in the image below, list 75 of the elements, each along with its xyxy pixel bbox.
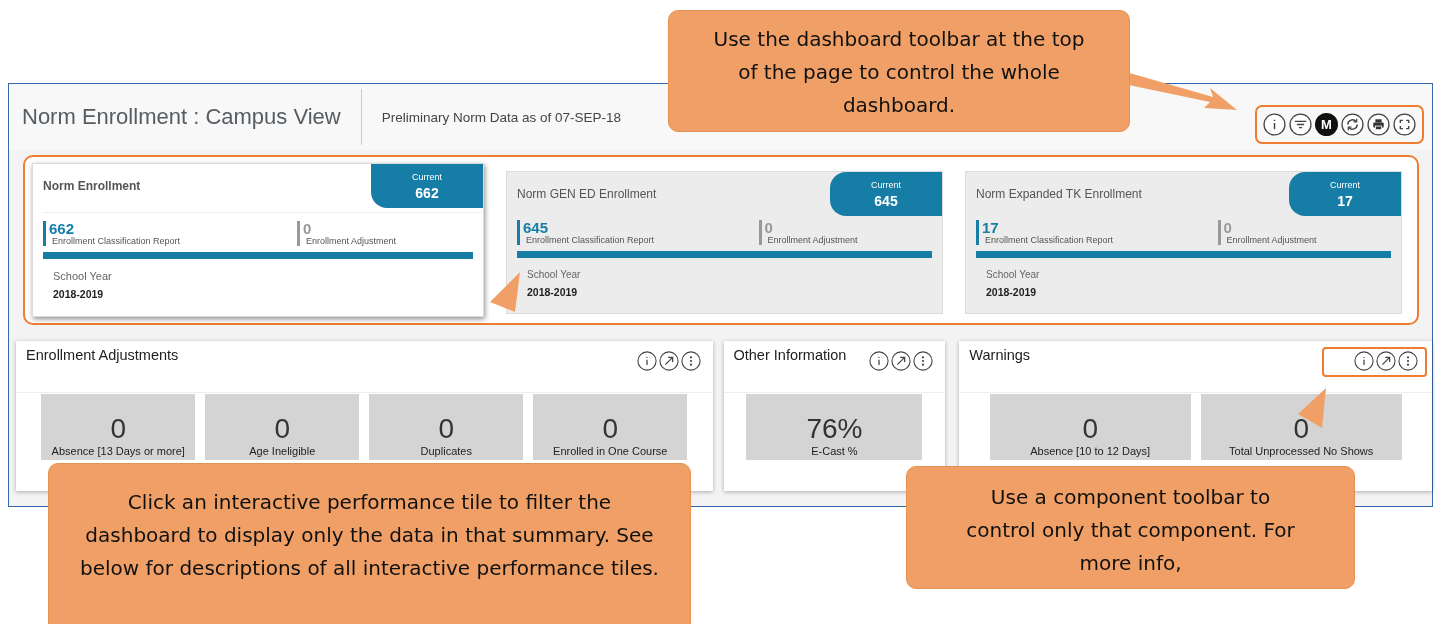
tile-value: 0 [1082, 414, 1098, 444]
callout-note: Use a component toolbar to control only that component. For more info, [906, 466, 1355, 589]
current-value: 645 [874, 192, 898, 209]
panel-title: Enrollment Adjustments [26, 347, 179, 363]
tile-label: Duplicates [420, 445, 472, 457]
more-icon[interactable] [680, 351, 701, 371]
tile-label: Age Ineligible [249, 445, 316, 457]
summary-tile[interactable]: 76% E-Cast % [746, 394, 923, 460]
tile-value: 0 [438, 414, 455, 444]
performance-tile[interactable]: Norm Enrollment Current 662 662 Enrollment Classification Report 0 Enrollment Adjustment School Year 2018-2019 [32, 163, 484, 317]
tile-value: 0 [602, 414, 619, 444]
current-label: Current [412, 171, 442, 182]
school-year-label: School Year [53, 270, 113, 282]
school-year-value: 2018-2019 [53, 288, 105, 300]
metric-value: 0 [764, 220, 774, 235]
summary-tile[interactable]: 0 Enrolled in One Course [533, 394, 688, 460]
metric-label: Enrollment Classification Report [984, 235, 1115, 245]
summary-tile[interactable]: 0 Duplicates [369, 394, 524, 460]
metric-label: Enrollment Classification Report [525, 235, 656, 245]
school-year-value: 2018-2019 [986, 286, 1038, 298]
tile-value: 0 [110, 414, 127, 444]
tile-value: 0 [274, 414, 291, 444]
summary-tile[interactable]: 0 Age Ineligible [205, 394, 360, 460]
performance-tile[interactable]: Norm Expanded TK Enrollment Current 17 17 Enrollment Classification Report 0 Enrollment Adjustment School Year 2018-2019 [965, 171, 1402, 314]
tile-value: 76% [806, 414, 863, 444]
metric-value: 17 [982, 220, 1000, 235]
tile-label: Total Unprocessed No Shows [1229, 445, 1374, 457]
m-button[interactable]: M [1315, 112, 1338, 136]
current-label: Current [871, 179, 901, 190]
metric-value: 0 [303, 221, 313, 236]
metric-value: 645 [523, 220, 550, 235]
summary-tile[interactable]: 0 Absence [10 to 12 Days] [989, 394, 1191, 460]
expand-icon[interactable] [1376, 351, 1396, 371]
info-icon[interactable] [869, 351, 890, 371]
tile-label: Absence [13 Days or more] [51, 445, 185, 457]
expand-icon[interactable] [891, 351, 912, 371]
filter-icon[interactable] [1289, 112, 1312, 136]
more-icon[interactable] [1398, 351, 1418, 371]
school-year-label: School Year [527, 269, 582, 280]
summary-tile[interactable]: 0 Total Unprocessed No Shows [1200, 394, 1402, 460]
panel-title: Other Information [733, 347, 847, 363]
callout-note: Click an interactive performance tile to filter the dashboard to display only the data in that summary. See below for descriptions of all interactive performance tiles. [48, 463, 691, 624]
tile-label: E-Cast % [811, 445, 858, 457]
info-icon[interactable] [1263, 112, 1286, 136]
fullscreen-icon[interactable] [1393, 112, 1416, 136]
tile-label: Enrolled in One Course [553, 445, 668, 457]
data-date-label: Preliminary Norm Data as of 07-SEP-18 [381, 109, 622, 125]
print-icon[interactable] [1367, 112, 1390, 136]
current-value: 17 [1337, 192, 1353, 209]
metric-value: 662 [49, 221, 76, 236]
tile-label: Absence [10 to 12 Days] [1030, 445, 1151, 457]
callout-arrow [490, 272, 520, 312]
info-icon[interactable] [636, 351, 657, 371]
tile-title: Norm GEN ED Enrollment [517, 186, 657, 201]
performance-tile[interactable]: Norm GEN ED Enrollment Current 645 645 Enrollment Classification Report 0 Enrollment Adjustment School Year 2018-2019 [506, 171, 943, 314]
tile-title: Norm Expanded TK Enrollment [976, 186, 1142, 201]
metric-label: Enrollment Adjustment [766, 235, 859, 245]
metric-label: Enrollment Adjustment [1225, 235, 1318, 245]
more-icon[interactable] [913, 351, 934, 371]
metric-label: Enrollment Adjustment [305, 236, 398, 246]
refresh-icon[interactable] [1341, 112, 1364, 136]
summary-tile[interactable]: 0 Absence [13 Days or more] [41, 394, 196, 460]
school-year-label: School Year [986, 269, 1041, 280]
panel-title: Warnings [969, 347, 1031, 363]
school-year-value: 2018-2019 [527, 286, 579, 298]
current-value: 662 [415, 184, 439, 201]
current-label: Current [1330, 179, 1360, 190]
info-icon[interactable] [1354, 351, 1374, 371]
metric-value: 0 [1223, 220, 1233, 235]
tile-title: Norm Enrollment [43, 178, 141, 193]
tile-value: 0 [1293, 414, 1309, 444]
metric-label: Enrollment Classification Report [51, 236, 182, 246]
expand-icon[interactable] [658, 351, 679, 371]
callout-note: Use the dashboard toolbar at the top of the page to control the whole dashboard. [668, 10, 1130, 132]
dashboard-title: Norm Enrollment : Campus View [22, 104, 341, 130]
